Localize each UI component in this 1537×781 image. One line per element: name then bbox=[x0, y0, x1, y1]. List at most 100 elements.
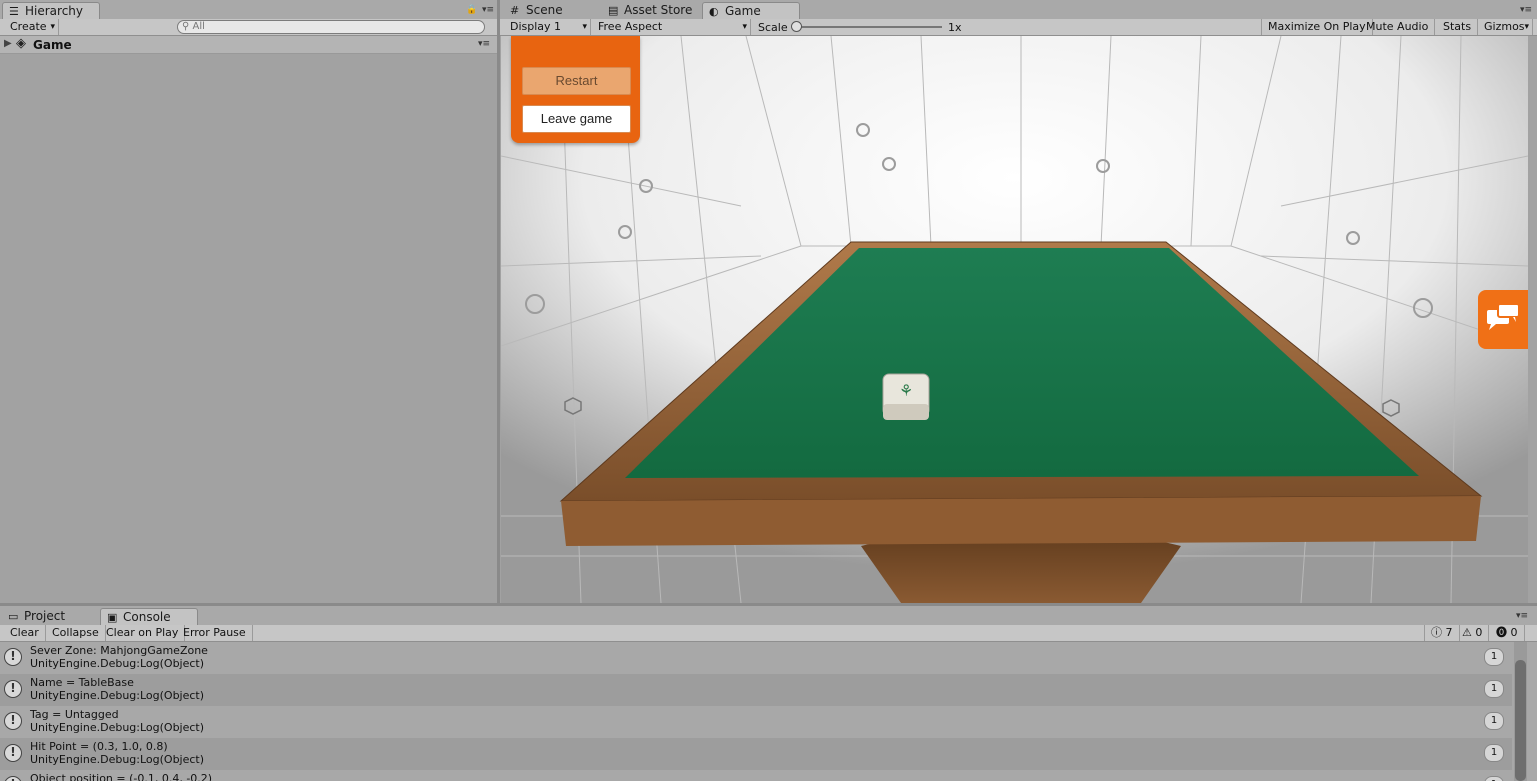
main-tabbar: # Scene ▤ Asset Store ◐ Game ▾≡ bbox=[500, 0, 1537, 20]
restart-button[interactable]: Restart bbox=[522, 67, 631, 95]
log-message: Sever Zone: MahjongGameZone bbox=[30, 644, 208, 657]
scale-slider-handle[interactable] bbox=[791, 21, 802, 32]
log-count-badge: 1 bbox=[1484, 776, 1504, 781]
log-stack: UnityEngine.Debug:Log(Object) bbox=[30, 753, 205, 766]
hierarchy-root-row[interactable]: ▶ ◈ Game ▾≡ bbox=[0, 36, 497, 54]
list-icon: ☰ bbox=[9, 5, 19, 18]
game-viewport[interactable]: ⚘ Restart Leave game bbox=[501, 36, 1528, 603]
log-message: Name = TableBase bbox=[30, 676, 134, 689]
clear-button[interactable]: Clear bbox=[4, 625, 46, 641]
clear-on-play-toggle[interactable]: Clear on Play bbox=[100, 625, 186, 641]
collapse-label: Collapse bbox=[52, 626, 99, 639]
console-scrollbar-track[interactable] bbox=[1514, 642, 1527, 781]
log-message: Object position = (-0.1, 0.4, -0.2) bbox=[30, 772, 213, 781]
hierarchy-root-label: Game bbox=[33, 38, 72, 52]
stats-label: Stats bbox=[1443, 20, 1472, 33]
gizmos-label: Gizmos bbox=[1484, 20, 1525, 33]
info-filter-toggle[interactable]: ⓘ 7 bbox=[1424, 625, 1460, 641]
aspect-label: Free Aspect bbox=[598, 20, 663, 33]
tab-project-label: Project bbox=[24, 609, 66, 623]
console-log-row[interactable]: ! Hit Point = (0.3, 1.0, 0.8) UnityEngin… bbox=[0, 738, 1512, 770]
game-toolbar: Display 1 Free Aspect Scale 1x Maximize … bbox=[500, 19, 1537, 36]
tab-scene-label: Scene bbox=[526, 3, 563, 17]
scale-label: Scale bbox=[758, 21, 788, 34]
leave-game-button[interactable]: Leave game bbox=[522, 105, 631, 133]
log-count-badge: 1 bbox=[1484, 680, 1504, 698]
log-stack: UnityEngine.Debug:Log(Object) bbox=[30, 657, 205, 670]
info-log-icon: ! bbox=[4, 776, 22, 781]
log-count-badge: 1 bbox=[1484, 712, 1504, 730]
mute-audio-toggle[interactable]: Mute Audio bbox=[1360, 19, 1436, 35]
error-count: 0 bbox=[1510, 626, 1518, 639]
tab-game[interactable]: ◐ Game bbox=[702, 2, 800, 20]
tab-console[interactable]: ▣ Console bbox=[100, 608, 198, 626]
console-toolbar: Clear Collapse Clear on Play Error Pause… bbox=[0, 625, 1537, 642]
error-icon: ⓿ bbox=[1496, 626, 1507, 639]
hierarchy-panel-body bbox=[0, 54, 497, 603]
gizmos-dropdown[interactable]: Gizmos bbox=[1478, 19, 1533, 35]
expand-arrow-icon[interactable]: ▶ bbox=[4, 38, 12, 49]
svg-text:⚘: ⚘ bbox=[899, 381, 913, 400]
log-stack: UnityEngine.Debug:Log(Object) bbox=[30, 689, 205, 702]
info-log-icon: ! bbox=[4, 648, 22, 666]
row-menu-icon[interactable]: ▾≡ bbox=[478, 39, 490, 49]
create-label: Create bbox=[10, 20, 47, 33]
maximize-on-play-toggle[interactable]: Maximize On Play bbox=[1261, 19, 1373, 35]
vertical-divider[interactable] bbox=[497, 0, 500, 604]
tab-hierarchy-label: Hierarchy bbox=[25, 4, 84, 18]
maximize-label: Maximize On Play bbox=[1268, 20, 1366, 33]
info-icon: ⓘ bbox=[1431, 626, 1442, 639]
console-log-row[interactable]: ! Tag = Untagged UnityEngine.Debug:Log(O… bbox=[0, 706, 1512, 738]
search-icon: ⚲ bbox=[182, 21, 190, 32]
console-log-row[interactable]: ! Sever Zone: MahjongGameZone UnityEngin… bbox=[0, 642, 1512, 674]
error-filter-toggle[interactable]: ⓿ 0 bbox=[1490, 625, 1525, 641]
collapse-toggle[interactable]: Collapse bbox=[46, 625, 106, 641]
warning-icon: ⚠ bbox=[1462, 626, 1472, 639]
mahjong-tile: ⚘ bbox=[882, 373, 930, 420]
error-pause-toggle[interactable]: Error Pause bbox=[177, 625, 253, 641]
clear-on-play-label: Clear on Play bbox=[106, 626, 179, 639]
chat-button[interactable] bbox=[1478, 290, 1528, 349]
unity-logo-icon: ◈ bbox=[16, 36, 26, 51]
aspect-dropdown[interactable]: Free Aspect bbox=[592, 19, 751, 35]
warning-filter-toggle[interactable]: ⚠ 0 bbox=[1456, 625, 1490, 641]
create-dropdown[interactable]: Create bbox=[4, 19, 59, 35]
table-frame-front bbox=[561, 496, 1481, 546]
console-log-list: ! Sever Zone: MahjongGameZone UnityEngin… bbox=[0, 642, 1537, 781]
warning-count: 0 bbox=[1475, 626, 1483, 639]
store-icon: ▤ bbox=[608, 4, 619, 17]
display-label: Display 1 bbox=[510, 20, 562, 33]
console-log-row[interactable]: ! Name = TableBase UnityEngine.Debug:Log… bbox=[0, 674, 1512, 706]
tab-asset-store-label: Asset Store bbox=[624, 3, 693, 17]
tab-game-label: Game bbox=[725, 4, 761, 18]
lock-icon[interactable]: 🔒 bbox=[466, 5, 477, 15]
console-log-row[interactable]: ! Object position = (-0.1, 0.4, -0.2) 1 bbox=[0, 770, 1512, 781]
scale-slider-track[interactable] bbox=[796, 26, 942, 28]
search-placeholder: All bbox=[192, 21, 205, 32]
console-icon: ▣ bbox=[107, 611, 118, 624]
game-view-right-gutter bbox=[1528, 36, 1537, 603]
display-dropdown[interactable]: Display 1 bbox=[504, 19, 591, 35]
game-icon: ◐ bbox=[709, 5, 719, 18]
grid-icon: # bbox=[510, 4, 520, 17]
chat-bubbles-icon bbox=[1487, 303, 1520, 330]
panel-menu-icon[interactable]: ▾≡ bbox=[482, 5, 494, 15]
tab-scene[interactable]: # Scene bbox=[504, 2, 590, 19]
tab-hierarchy[interactable]: ☰ Hierarchy bbox=[2, 2, 100, 20]
error-pause-label: Error Pause bbox=[183, 626, 246, 639]
main-panel-menu-icon[interactable]: ▾≡ bbox=[1520, 5, 1532, 15]
log-message: Tag = Untagged bbox=[30, 708, 119, 721]
tab-project[interactable]: ▭ Project bbox=[2, 608, 94, 625]
folder-icon: ▭ bbox=[8, 610, 19, 623]
log-message: Hit Point = (0.3, 1.0, 0.8) bbox=[30, 740, 168, 753]
info-log-icon: ! bbox=[4, 680, 22, 698]
mute-label: Mute Audio bbox=[1366, 20, 1429, 33]
hierarchy-search-input[interactable]: ⚲ All bbox=[177, 20, 485, 34]
hierarchy-toolbar: Create ⚲ All bbox=[0, 19, 497, 36]
game-menu-panel: Restart Leave game bbox=[511, 36, 640, 143]
tab-asset-store[interactable]: ▤ Asset Store bbox=[602, 2, 718, 19]
stats-toggle[interactable]: Stats bbox=[1437, 19, 1479, 35]
clear-label: Clear bbox=[10, 626, 39, 639]
console-scrollbar-thumb[interactable] bbox=[1515, 660, 1526, 781]
console-panel-menu-icon[interactable]: ▾≡ bbox=[1516, 611, 1528, 621]
